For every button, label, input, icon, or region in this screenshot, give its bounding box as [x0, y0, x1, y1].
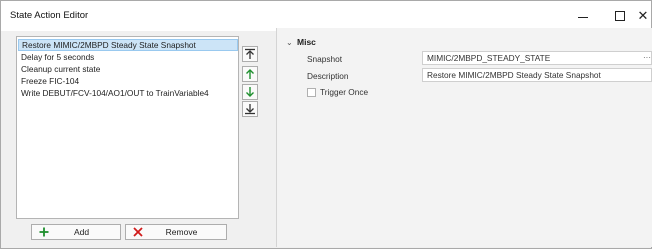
move-to-bottom-button[interactable]	[242, 101, 258, 117]
minimize-button[interactable]	[563, 1, 603, 31]
window-title: State Action Editor	[10, 10, 89, 21]
trigger-once-label: Trigger Once	[320, 87, 369, 97]
arrow-to-top-icon	[245, 48, 255, 59]
list-item[interactable]: Restore MIMIC/2MBPD Steady State Snapsho…	[18, 39, 238, 51]
move-up-button[interactable]	[242, 66, 258, 82]
move-down-button[interactable]	[242, 84, 258, 100]
minimize-icon	[578, 16, 588, 18]
chevron-down-icon[interactable]: ⌄	[286, 38, 293, 47]
trigger-once-checkbox[interactable]	[307, 88, 316, 97]
list-item[interactable]: Freeze FIC-104	[18, 75, 238, 87]
actions-list[interactable]: Restore MIMIC/2MBPD Steady State Snapsho…	[16, 36, 239, 219]
category-misc: Misc	[297, 37, 316, 47]
arrow-to-bottom-icon	[245, 104, 255, 115]
snapshot-field[interactable]: MIMIC/2MBPD_STEADY_STATE	[422, 51, 652, 65]
arrow-up-icon	[246, 69, 254, 79]
description-field[interactable]: Restore MIMIC/2MBPD Steady State Snapsho…	[422, 68, 652, 82]
state-action-editor-window: State Action Editor ✕ Restore MIMIC/2MBP…	[0, 0, 652, 249]
list-item[interactable]: Delay for 5 seconds	[18, 51, 238, 63]
close-button[interactable]: ✕	[623, 1, 652, 31]
arrow-down-icon	[246, 87, 254, 97]
remove-button-label: Remove	[165, 227, 198, 237]
title-bar: State Action Editor ✕	[1, 1, 651, 31]
list-item[interactable]: Write DEBUT/FCV-104/AO1/OUT to TrainVari…	[18, 87, 238, 99]
add-button-label: Add	[73, 227, 90, 237]
remove-button[interactable]: Remove	[125, 224, 227, 240]
snapshot-label: Snapshot	[307, 54, 343, 64]
remove-x-icon	[131, 227, 145, 237]
close-icon: ✕	[637, 8, 649, 23]
list-item[interactable]: Cleanup current state	[18, 63, 238, 75]
ellipsis-button[interactable]: ···	[643, 53, 651, 62]
description-label: Description	[307, 71, 349, 81]
add-button[interactable]: Add	[31, 224, 121, 240]
move-to-top-button[interactable]	[242, 46, 258, 62]
plus-icon	[37, 227, 51, 237]
